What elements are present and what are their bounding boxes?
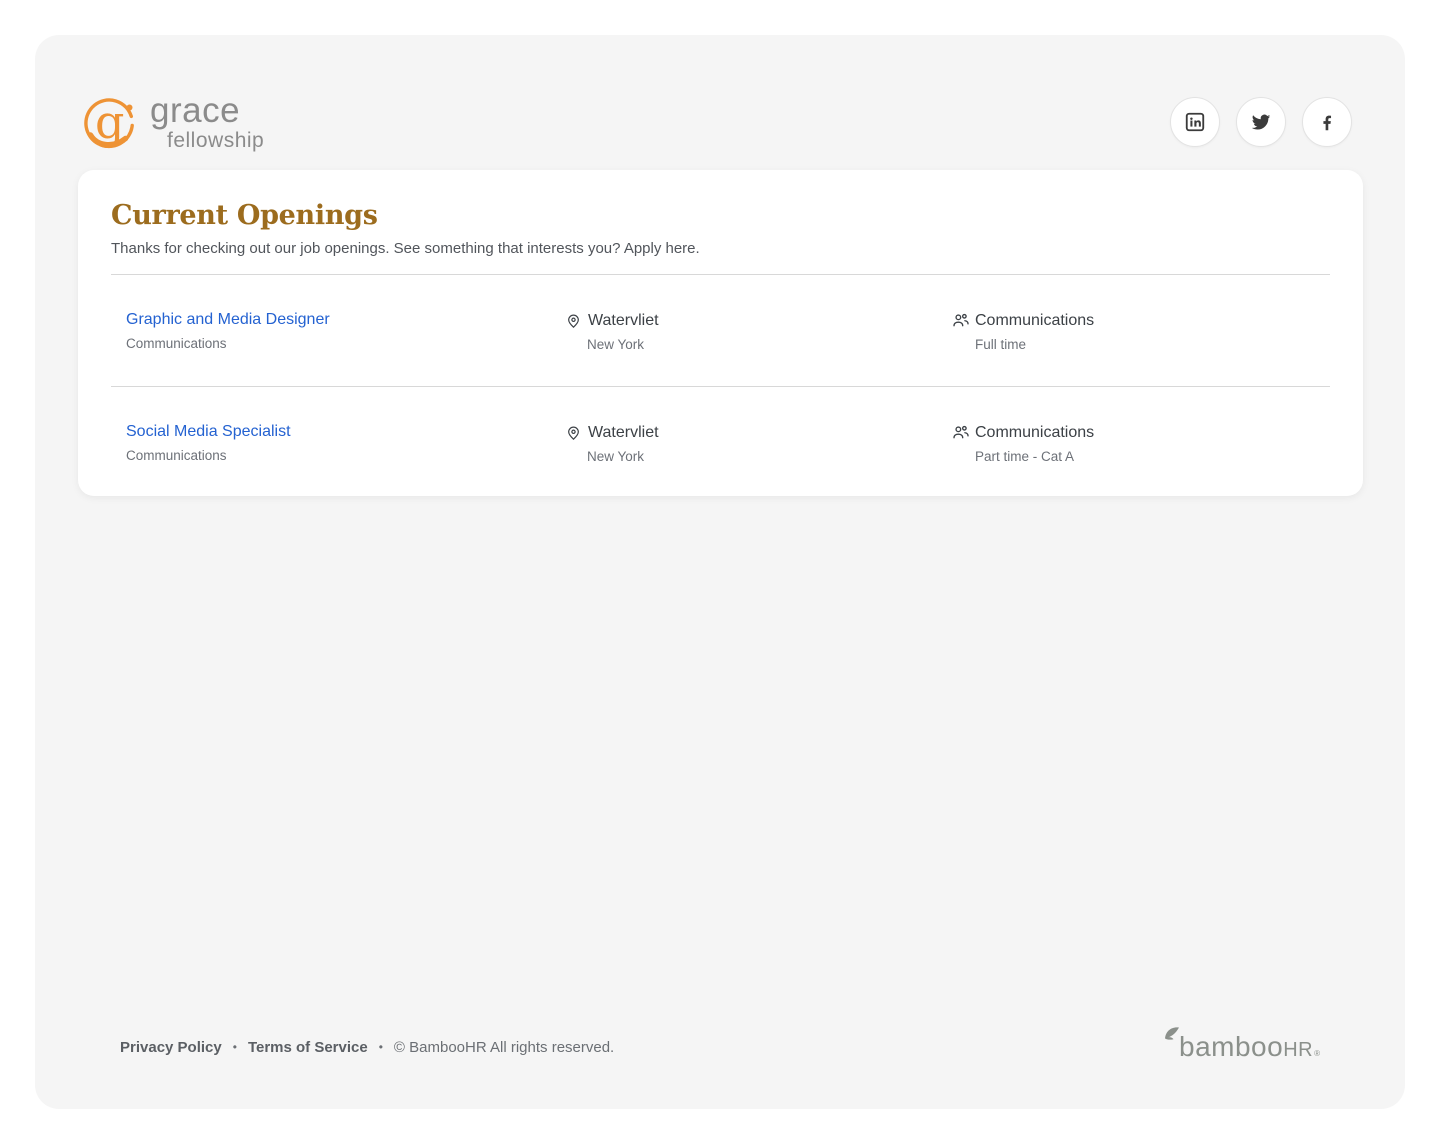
- content-spacer: [35, 496, 1405, 1031]
- svg-text:g: g: [95, 95, 124, 149]
- facebook-button[interactable]: [1302, 97, 1352, 147]
- current-openings-card: Current Openings Thanks for checking out…: [78, 170, 1363, 496]
- job-main: Social Media Specialist Communications: [111, 423, 565, 464]
- job-employment-type: Part time - Cat A: [975, 449, 1330, 464]
- job-row: Social Media Specialist Communications W…: [111, 387, 1330, 464]
- job-location: Watervliet New York: [565, 311, 951, 352]
- bamboohr-logo: bambooHR®: [1165, 1031, 1320, 1063]
- grace-logo-mark-icon: g: [82, 92, 140, 152]
- job-group: Communications Part time - Cat A: [951, 423, 1330, 464]
- bullet-separator: •: [233, 1040, 237, 1054]
- job-group-name: Communications: [975, 424, 1094, 442]
- twitter-button[interactable]: [1236, 97, 1286, 147]
- job-department-label: Communications: [126, 448, 565, 463]
- people-group-icon: [951, 423, 970, 442]
- copyright-text: © BambooHR All rights reserved.: [394, 1039, 614, 1056]
- terms-of-service-link[interactable]: Terms of Service: [248, 1039, 368, 1056]
- page-title: Current Openings: [111, 200, 1330, 231]
- job-location: Watervliet New York: [565, 423, 951, 464]
- facebook-icon: [1316, 111, 1338, 133]
- company-logo: g grace fellowship: [82, 92, 264, 152]
- linkedin-button[interactable]: [1170, 97, 1220, 147]
- social-buttons: [1170, 97, 1352, 147]
- job-city: Watervliet: [588, 312, 659, 330]
- job-state: New York: [587, 337, 951, 352]
- job-group-name: Communications: [975, 312, 1094, 330]
- brand-name-secondary: fellowship: [167, 130, 264, 151]
- job-employment-type: Full time: [975, 337, 1330, 352]
- people-group-icon: [951, 311, 970, 330]
- job-city: Watervliet: [588, 424, 659, 442]
- openings-intro: Current Openings Thanks for checking out…: [111, 200, 1330, 275]
- location-pin-icon: [565, 311, 582, 330]
- footer-links: Privacy Policy • Terms of Service • © Ba…: [120, 1039, 614, 1056]
- bamboohr-wordmark: bamboo: [1179, 1031, 1283, 1063]
- bullet-separator: •: [379, 1040, 383, 1054]
- privacy-policy-link[interactable]: Privacy Policy: [120, 1039, 222, 1056]
- job-department-label: Communications: [126, 336, 565, 351]
- job-main: Graphic and Media Designer Communication…: [111, 311, 565, 352]
- header: g grace fellowship: [35, 35, 1405, 170]
- job-row: Graphic and Media Designer Communication…: [111, 275, 1330, 387]
- page-subtitle: Thanks for checking out our job openings…: [111, 240, 1330, 257]
- registered-mark: ®: [1314, 1049, 1320, 1058]
- job-group: Communications Full time: [951, 311, 1330, 352]
- page-shell: g grace fellowship: [35, 35, 1405, 1109]
- bamboo-leaf-icon: [1164, 1025, 1180, 1040]
- brand-text: grace fellowship: [150, 93, 264, 151]
- job-title-link[interactable]: Graphic and Media Designer: [126, 311, 330, 329]
- job-state: New York: [587, 449, 951, 464]
- linkedin-icon: [1184, 111, 1206, 133]
- job-title-link[interactable]: Social Media Specialist: [126, 423, 291, 441]
- twitter-icon: [1250, 111, 1272, 133]
- location-pin-icon: [565, 423, 582, 442]
- footer: Privacy Policy • Terms of Service • © Ba…: [35, 1031, 1405, 1109]
- bamboohr-hr-suffix: HR: [1283, 1039, 1313, 1062]
- brand-name-primary: grace: [150, 93, 264, 128]
